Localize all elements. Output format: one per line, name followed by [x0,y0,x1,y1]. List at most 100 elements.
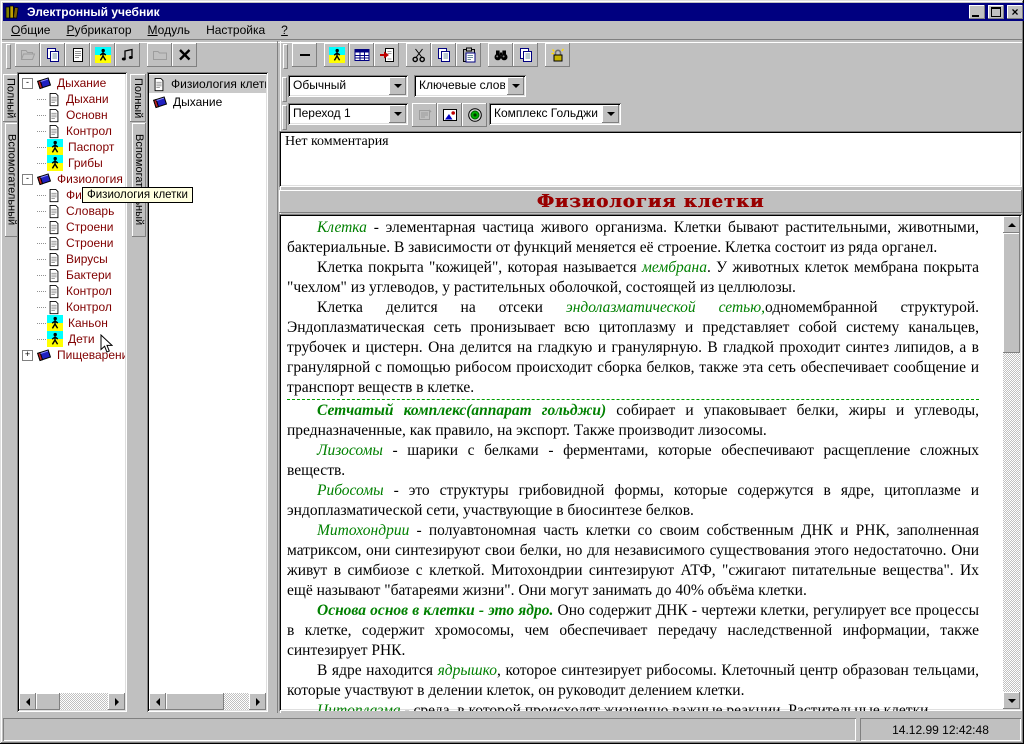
expand-icon[interactable]: + [22,350,33,361]
scroll-left-icon[interactable] [19,693,36,710]
tree-item-page[interactable]: Вирусы [19,251,125,267]
transition-combobox[interactable]: Переход 1 [288,103,408,125]
copy-pages-button[interactable] [40,43,65,67]
menu-general[interactable]: Общие [3,22,58,39]
maximize-button[interactable] [988,5,1004,19]
export-doc-button[interactable] [374,43,399,67]
style-combobox[interactable]: Обычный [288,75,408,97]
tree-item-page[interactable]: Бактери [19,267,125,283]
tab-full[interactable]: Полный [3,74,18,122]
list-item[interactable]: Дыхание [149,93,266,111]
close-button[interactable]: × [1007,5,1023,19]
toolbar-grip[interactable] [282,77,287,102]
scrollbar-thumb[interactable] [1003,233,1020,353]
menu-help[interactable]: ? [273,22,296,39]
pages-button[interactable] [513,43,538,67]
vertical-scrollbar[interactable] [1003,216,1020,709]
copy-button[interactable] [431,43,456,67]
toolbar-grip[interactable] [283,44,288,69]
tree-item-label: Основн [64,108,110,122]
doc-arrow-icon [379,47,395,63]
scrollbar-track[interactable] [1003,353,1020,692]
tree-item-page[interactable]: Контрол [19,299,125,315]
find-button[interactable] [488,43,513,67]
scrollbar-thumb[interactable] [166,693,224,710]
tree-item-label: Контрол [64,124,114,138]
close-x-button[interactable] [172,43,197,67]
music-icon [120,47,136,63]
tab-full[interactable]: Полный [130,74,146,122]
tree-item-page[interactable]: Грибы [19,155,125,171]
tree-item-page[interactable]: Контрол [19,123,125,139]
paste-button[interactable] [456,43,481,67]
body-text: В ядре находится [317,662,438,679]
tree-item-page[interactable]: Строени [19,235,125,251]
scroll-left-icon[interactable] [149,693,166,710]
table-button[interactable] [349,43,374,67]
tree-item-page[interactable]: Каньон [19,315,125,331]
tree-item-page[interactable]: Паспорт [19,139,125,155]
comment-text: Нет комментария [285,134,389,149]
toolbar-grip[interactable] [6,44,11,69]
list-item-selected[interactable]: Физиология клетк [149,75,266,93]
paragraph: Сетчатый комплекс(аппарат гольджи) собир… [287,399,979,441]
list-item-label: Физиология клетк [169,77,266,91]
anchor-combobox[interactable]: Комплекс Гольджи [489,103,621,125]
scrollbar-track[interactable] [224,693,249,710]
chevron-down-icon[interactable] [389,105,406,123]
chevron-down-icon[interactable] [507,77,524,95]
horizontal-scrollbar[interactable] [149,693,266,710]
chevron-down-icon[interactable] [602,105,619,123]
tree-item-page[interactable]: Строени [19,219,125,235]
lock-button[interactable] [545,43,570,67]
scroll-up-icon[interactable] [1003,216,1020,233]
folder-open-button[interactable] [15,43,40,67]
menu-rubricator[interactable]: Рубрикатор [58,22,139,39]
horizontal-scrollbar[interactable] [19,693,125,710]
tree-item-page[interactable]: Дыхани [19,91,125,107]
tree-item-section[interactable]: -Дыхание [19,75,125,91]
edit-anchor-button[interactable] [412,103,437,127]
cut-icon [411,47,427,63]
toolbar-separator [538,43,545,67]
tree-item-label: Каньон [66,316,110,330]
tab-auxiliary[interactable]: Вспомогательный [132,123,146,237]
chevron-down-icon[interactable] [389,77,406,95]
document-button[interactable] [65,43,90,67]
transition-combobox-value: Переход 1 [288,103,387,125]
minimize-button[interactable] [969,5,985,19]
toolbar-grip[interactable] [282,105,287,130]
scrollbar-thumb[interactable] [36,693,60,710]
target-button[interactable] [462,103,487,127]
image-button[interactable] [437,103,462,127]
menu-module[interactable]: Модуль [140,22,199,39]
remove-button[interactable] [292,43,317,67]
tab-auxiliary[interactable]: Вспомогательный [5,123,18,237]
tree-item-page[interactable]: Контрол [19,283,125,299]
mode-combobox[interactable]: Ключевые слов [414,75,526,97]
music-button[interactable] [115,43,140,67]
walker-button[interactable] [324,43,349,67]
cut-button[interactable] [406,43,431,67]
scrollbar-track[interactable] [60,693,108,710]
collapse-icon[interactable]: - [22,174,33,185]
tree-connector [37,194,46,196]
folder-button[interactable] [147,43,172,67]
scroll-down-icon[interactable] [1003,692,1020,709]
list-item-label: Дыхание [171,95,224,109]
collapse-icon[interactable]: - [22,78,33,89]
menu-settings[interactable]: Настройка [198,22,273,39]
tree-item-section[interactable]: -Физиология [19,171,125,187]
tree-item-page[interactable]: Словарь [19,203,125,219]
doc-icon [47,188,61,203]
walker-icon [47,139,63,155]
article-pane[interactable]: Клетка - элементарная частица живого орг… [279,214,1022,711]
keyword-term: ядрышко [438,662,497,679]
scroll-right-icon[interactable] [249,693,266,710]
mouse-cursor [100,334,113,354]
tree-item-page[interactable]: Основн [19,107,125,123]
paragraph: Клетка покрыта "кожицей", которая называ… [287,258,979,298]
walker-button[interactable] [90,43,115,67]
scroll-right-icon[interactable] [108,693,125,710]
comment-box[interactable]: Нет комментария [279,131,1022,187]
